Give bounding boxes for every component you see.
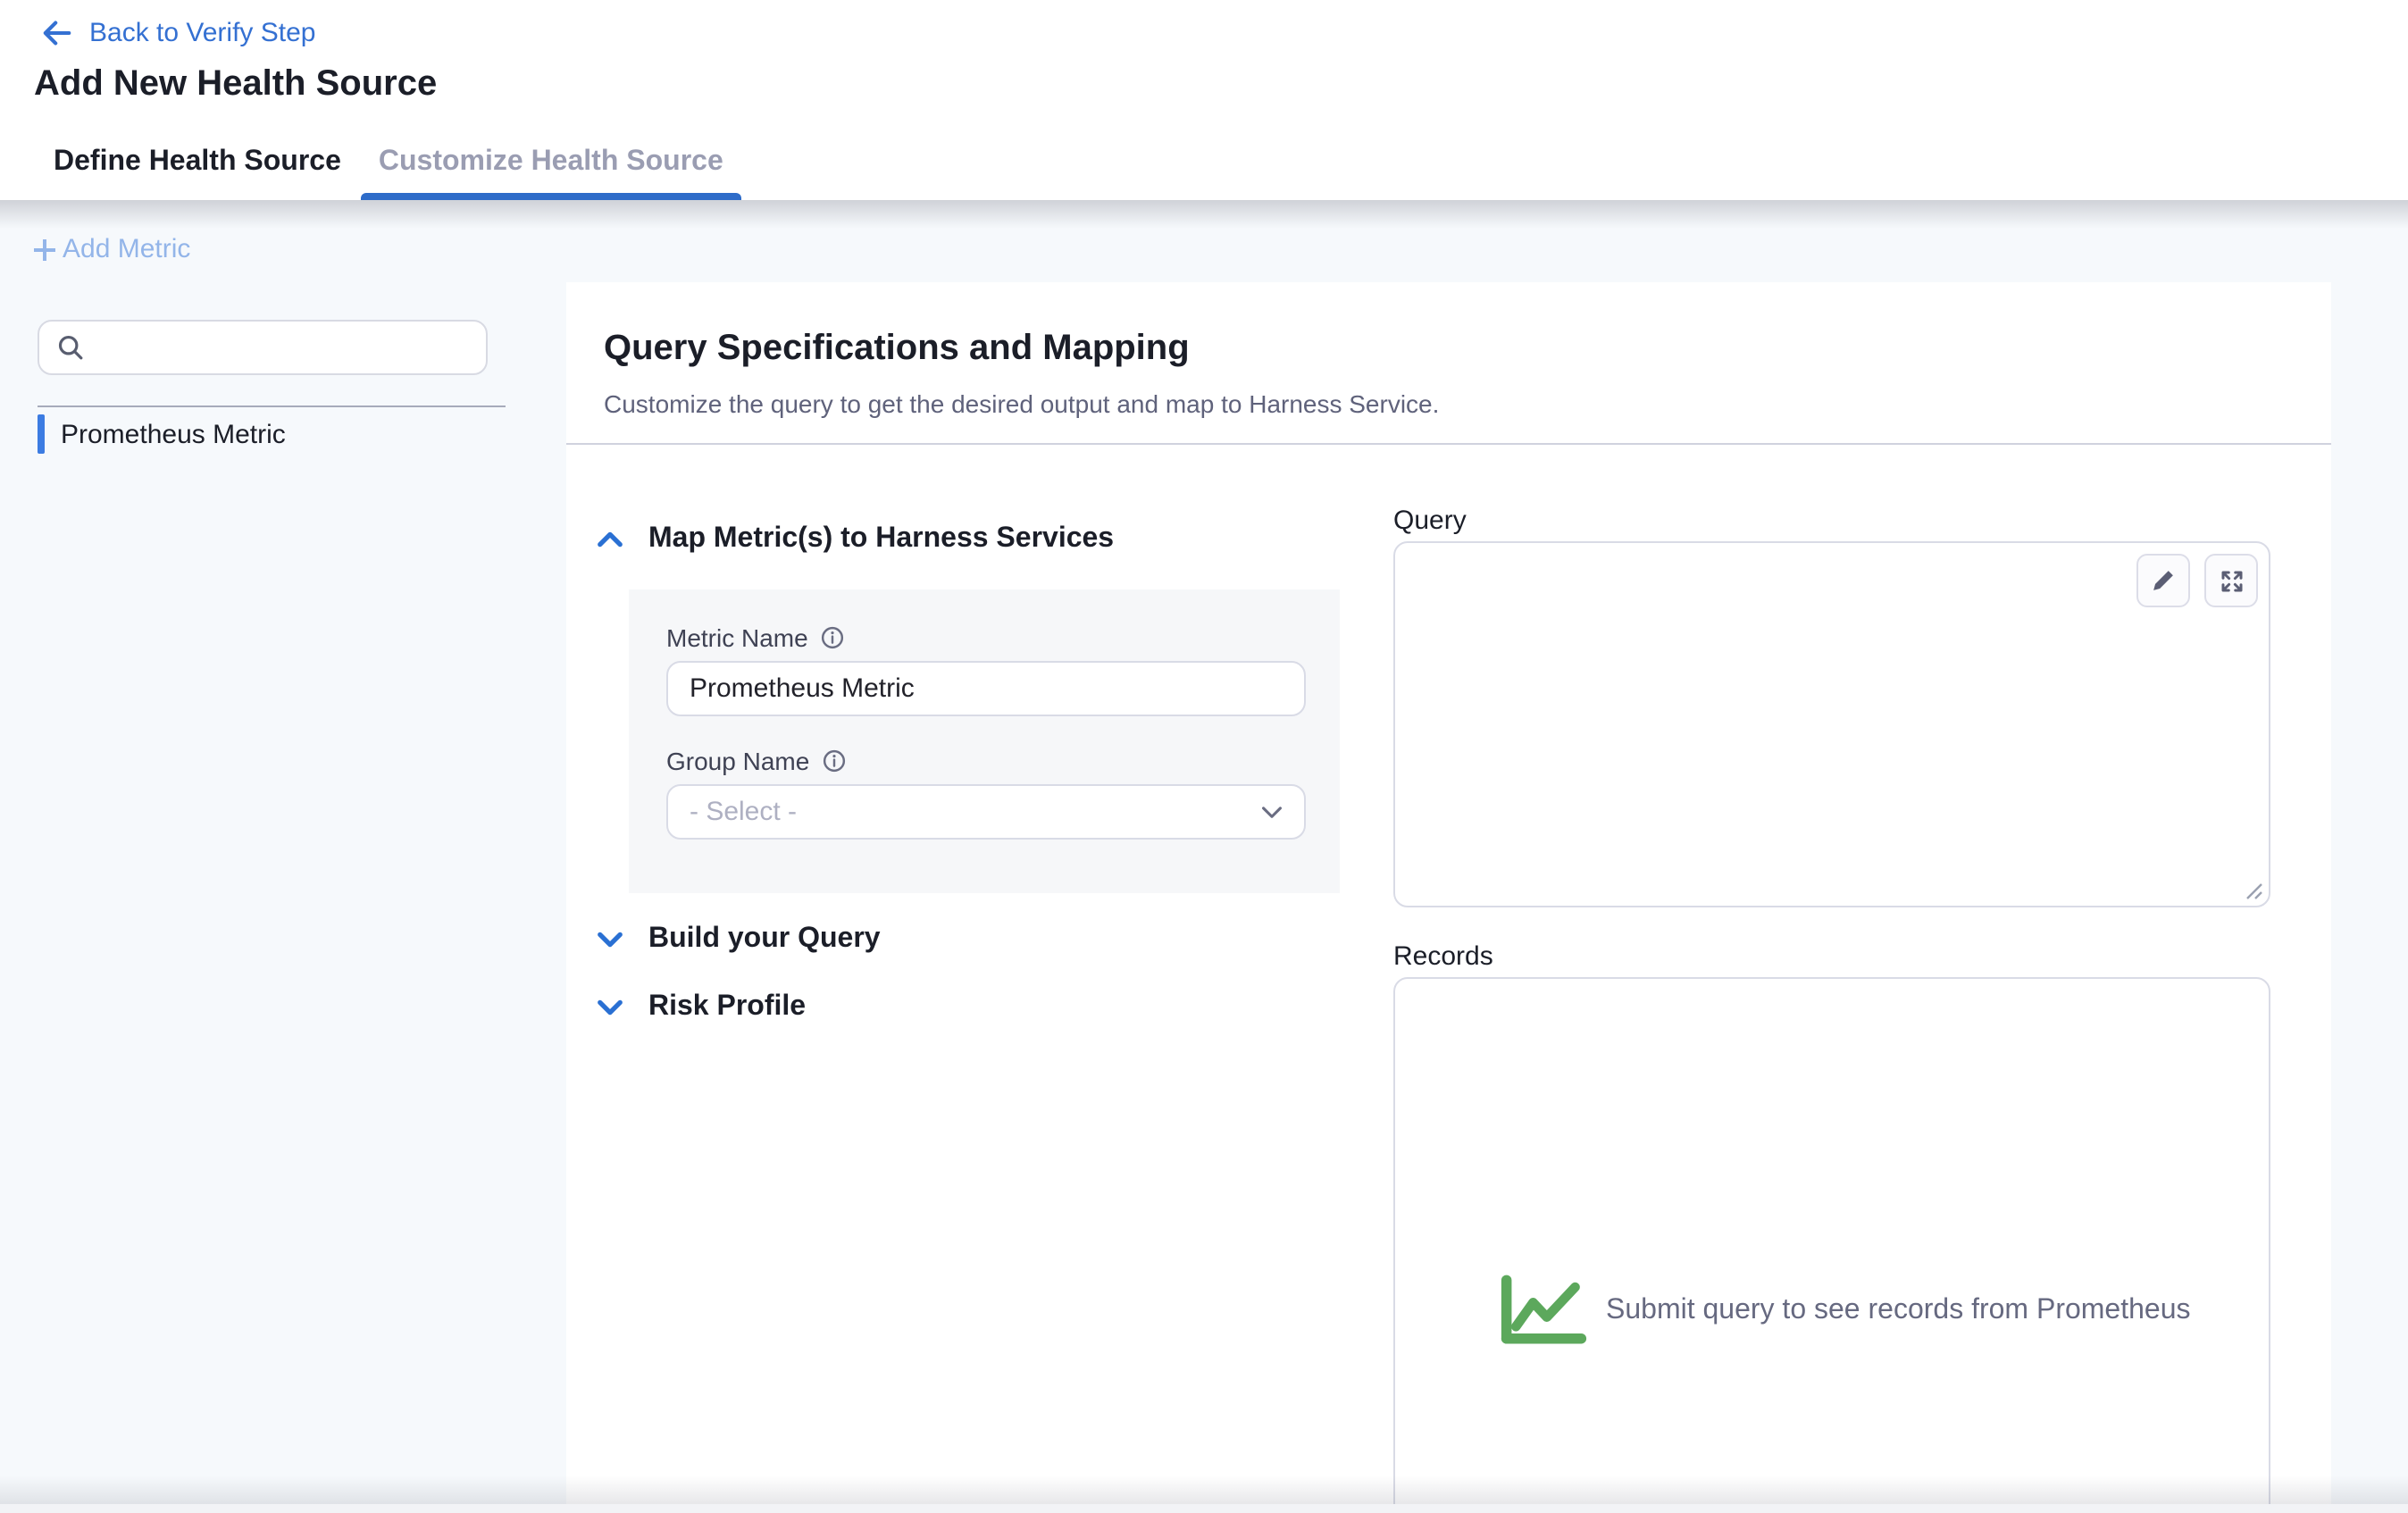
query-label: Query [1393, 506, 1467, 536]
search-icon [57, 334, 84, 361]
edit-query-button[interactable] [2136, 554, 2190, 607]
tab-customize-health-source[interactable]: Customize Health Source [377, 125, 725, 200]
section-build-your-query[interactable]: Build your Query [597, 924, 881, 956]
metric-search-box [38, 320, 488, 375]
panel-divider [566, 443, 2331, 445]
content-area: Add Metric Prometheus Metric Query Speci… [0, 200, 2408, 1513]
section-title: Map Metric(s) to Harness Services [648, 523, 1114, 556]
panel-subheading: Customize the query to get the desired o… [604, 389, 1439, 418]
chevron-down-icon [597, 999, 623, 1016]
tab-bar: Define Health Source Customize Health So… [52, 125, 725, 200]
section-map-metrics[interactable]: Map Metric(s) to Harness Services [597, 523, 1114, 556]
add-metric-button[interactable]: Add Metric [30, 234, 190, 264]
pencil-icon [2149, 566, 2178, 595]
add-metric-label: Add Metric [63, 234, 190, 264]
query-specifications-panel: Query Specifications and Mapping Customi… [566, 282, 2331, 1513]
metric-name-label-row: Metric Name [666, 623, 846, 652]
records-empty-state: Submit query to see records from Prometh… [1499, 1274, 2191, 1347]
metric-item-label: Prometheus Metric [61, 419, 286, 449]
section-risk-profile[interactable]: Risk Profile [597, 991, 806, 1024]
line-chart-icon [1499, 1274, 1588, 1347]
tab-define-health-source[interactable]: Define Health Source [52, 125, 343, 200]
panel-heading: Query Specifications and Mapping [604, 329, 1190, 370]
group-name-select[interactable]: - Select - [666, 784, 1306, 840]
page-header: Back to Verify Step Add New Health Sourc… [0, 0, 2408, 200]
metric-name-input[interactable] [666, 661, 1306, 716]
sidebar-item-prometheus-metric[interactable]: Prometheus Metric [38, 414, 520, 454]
app-window: Back to Verify Step Add New Health Sourc… [0, 0, 2408, 1513]
page-title: Add New Health Source [34, 64, 437, 105]
records-panel: Submit query to see records from Prometh… [1393, 977, 2270, 1513]
group-name-label: Group Name [666, 747, 809, 775]
chevron-down-icon [1261, 805, 1283, 819]
select-placeholder: - Select - [690, 797, 797, 827]
selected-indicator-bar [38, 414, 45, 454]
back-link-label: Back to Verify Step [89, 18, 315, 48]
sidebar-divider [38, 405, 506, 407]
metric-name-label: Metric Name [666, 623, 808, 652]
expand-query-button[interactable] [2204, 554, 2258, 607]
section-title: Build your Query [648, 924, 881, 956]
back-arrow-icon [39, 16, 73, 50]
section-title: Risk Profile [648, 991, 806, 1024]
back-to-verify-step-link[interactable]: Back to Verify Step [39, 16, 315, 50]
expand-icon [2218, 567, 2245, 594]
query-editor [1393, 541, 2270, 907]
search-input[interactable] [84, 322, 486, 373]
records-empty-message: Submit query to see records from Prometh… [1606, 1294, 2191, 1326]
plus-icon [30, 235, 59, 263]
chevron-up-icon [597, 531, 623, 548]
chevron-down-icon [597, 931, 623, 949]
info-icon[interactable] [821, 625, 846, 650]
group-name-label-row: Group Name [666, 747, 847, 775]
info-icon[interactable] [822, 748, 847, 773]
footer-strip [0, 1504, 2408, 1513]
metric-mapping-card: Metric Name Group Name - Select - [629, 589, 1340, 893]
records-label: Records [1393, 941, 1493, 972]
